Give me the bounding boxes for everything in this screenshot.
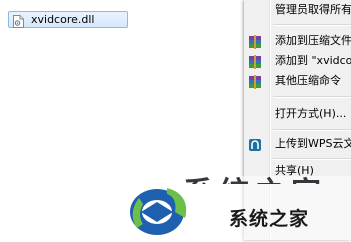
file-name: xvidcore.dll <box>31 13 95 26</box>
wps-cloud-icon <box>248 137 262 151</box>
winrar-archive-icon <box>248 54 262 69</box>
menu-item-label: 上传到WPS云文档 <box>275 137 351 150</box>
winrar-archive-icon <box>248 34 262 49</box>
menu-item-label: 添加到压缩文件 <box>275 34 351 47</box>
menu-separator <box>273 129 351 131</box>
menu-separator <box>273 96 351 98</box>
dll-file-icon <box>13 13 24 28</box>
menu-item-open-with[interactable]: 打开方式(H)... <box>244 104 351 124</box>
menu-item-label: 添加到 "xvidcore.rar" <box>275 54 351 67</box>
menu-item-upload-wps[interactable]: 上传到WPS云文档 <box>244 134 351 154</box>
file-item-xvidcore[interactable]: xvidcore.dll <box>8 11 128 28</box>
menu-separator <box>273 158 351 160</box>
menu-item-label: 其他压缩命令 <box>275 74 341 87</box>
globe-logo-icon <box>127 182 191 238</box>
winrar-archive-icon <box>248 74 262 89</box>
menu-separator <box>273 24 351 26</box>
menu-item-label: 打开方式(H)... <box>275 107 347 120</box>
menu-item-add-to-rar[interactable]: 添加到 "xvidcore.rar" <box>244 51 351 71</box>
menu-item-label: 管理员取得所有 <box>275 3 351 16</box>
menu-item-take-ownership[interactable]: 管理员取得所有 <box>244 0 351 20</box>
watermark-text: 系统之家 <box>229 208 310 230</box>
menu-item-add-to-archive[interactable]: 添加到压缩文件 <box>244 31 351 51</box>
watermark-logo: 系统之家 系统之家 <box>121 176 351 240</box>
menu-item-other-compress[interactable]: 其他压缩命令 <box>244 71 351 91</box>
